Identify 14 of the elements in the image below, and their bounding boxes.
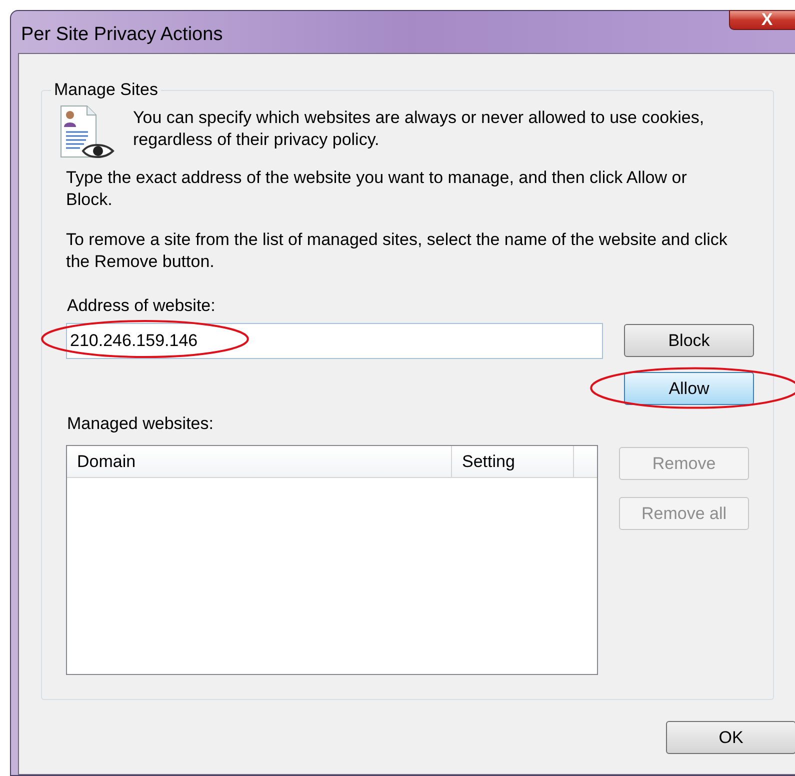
field-label: Address of website: (67, 295, 216, 317)
close-button[interactable]: X (729, 10, 795, 30)
instruction-text: To remove a site from the list of managed sites, select the name of the website and click the Remove button. (66, 229, 728, 273)
site-button[interactable]: Allow (624, 372, 754, 405)
intro-text: You can specify which websites are always or never allowed to use cookies, regardless of their privacy policy. (133, 107, 706, 151)
address-field[interactable]: 210.246.159.146 (66, 323, 603, 359)
ok-button[interactable]: OK (666, 721, 795, 754)
window-title: Per Site Privacy Actions (21, 23, 223, 47)
list-label: Managed websites: (67, 413, 214, 435)
column-header[interactable]: Domain (67, 446, 452, 477)
instruction-text: Type the exact address of the website you want to manage, and then click Allow or Block. (66, 167, 688, 211)
site-button[interactable]: Block (624, 324, 754, 357)
websites-list[interactable]: Domain Setting (66, 445, 598, 675)
column-header[interactable]: Setting (452, 446, 574, 477)
